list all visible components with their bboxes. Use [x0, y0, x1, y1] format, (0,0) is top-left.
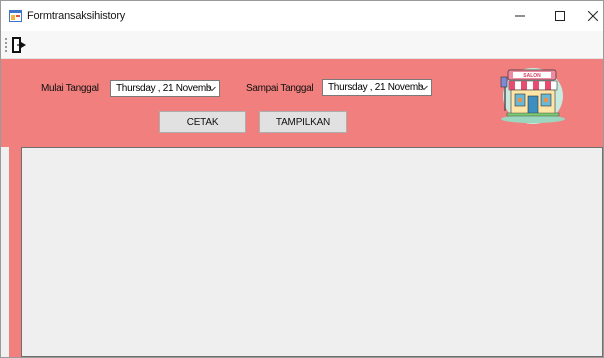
title-bar: Formtransaksihistory	[1, 1, 603, 31]
close-button[interactable]	[573, 1, 604, 31]
chevron-down-icon	[208, 86, 216, 92]
start-date-label: Mulai Tanggal	[41, 83, 99, 94]
show-button[interactable]: TAMPILKAN	[259, 111, 347, 133]
minimize-button[interactable]	[500, 1, 540, 31]
close-icon	[588, 11, 598, 21]
exit-door-icon[interactable]	[10, 35, 28, 55]
history-data-grid[interactable]	[21, 147, 603, 357]
print-button[interactable]: CETAK	[159, 111, 246, 133]
app-form-icon	[9, 10, 22, 22]
end-date-picker[interactable]: Thursday , 21 Novemb	[322, 79, 432, 96]
salon-sign-text: SALON	[523, 73, 541, 79]
toolbar	[1, 31, 603, 59]
app-window: Formtransaksihistory Mulai Tanggal Thurs…	[0, 0, 604, 358]
salon-storefront-icon: SALON	[500, 68, 565, 124]
toolbar-grip[interactable]	[5, 38, 7, 52]
minimize-icon	[515, 15, 525, 17]
window-title: Formtransaksihistory	[27, 10, 126, 22]
start-date-value: Thursday , 21 Novemb	[116, 83, 212, 94]
start-date-picker[interactable]: Thursday , 21 Novemb	[110, 80, 220, 97]
end-date-value: Thursday , 21 Novemb	[328, 82, 424, 93]
filter-panel: Mulai Tanggal Thursday , 21 Novemb Sampa…	[1, 59, 603, 147]
maximize-icon	[555, 11, 565, 21]
end-date-label: Sampai Tanggal	[246, 83, 314, 94]
chevron-down-icon	[420, 85, 428, 91]
grid-container	[9, 147, 603, 357]
